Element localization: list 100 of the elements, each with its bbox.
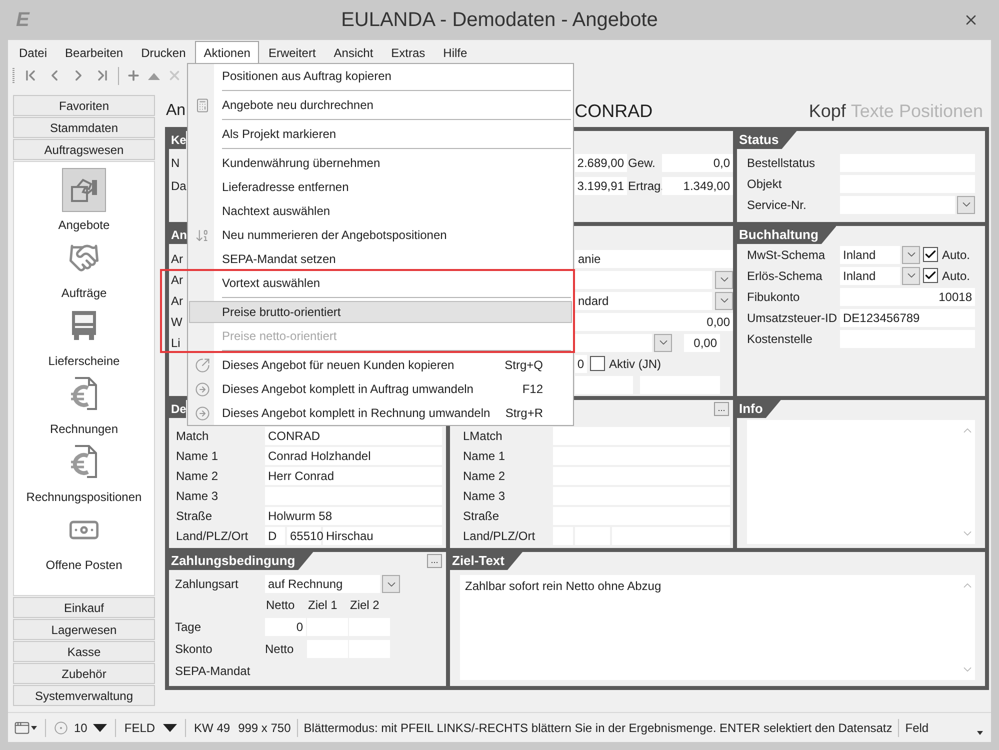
text-field[interactable]: 1.349,00 <box>662 176 733 194</box>
sidebar-group-button[interactable]: Lagerwesen <box>13 619 155 640</box>
sidebar-group-button[interactable]: Favoriten <box>13 95 155 116</box>
text-field[interactable]: 0 <box>265 618 306 636</box>
checkbox[interactable] <box>590 356 605 371</box>
menu-bar-item[interactable]: Extras <box>382 41 434 63</box>
dropdown-button[interactable] <box>382 575 400 593</box>
caret-icon[interactable] <box>977 730 983 734</box>
sidebar-group-button[interactable]: Kasse <box>13 641 155 662</box>
sidebar-item[interactable]: Rechnungspositionen <box>26 440 142 508</box>
menu-bar-item[interactable]: Aktionen <box>194 41 260 63</box>
sidebar-group-button[interactable]: Zubehör <box>13 663 155 684</box>
window-title: EULANDA - Demodaten - Angebote <box>340 8 659 33</box>
menu-item[interactable]: Nachtext auswählen <box>189 200 572 222</box>
sidebar-item[interactable]: Aufträge <box>61 236 107 304</box>
field-label: Name 1 <box>463 448 506 465</box>
more-button[interactable]: ... <box>714 402 729 416</box>
menu-item[interactable]: Angebote neu durchrechnen <box>189 94 572 116</box>
sidebar-group-button[interactable]: Auftragswesen <box>13 139 155 160</box>
text-field[interactable]: Inland <box>840 246 900 264</box>
text-field[interactable]: Hirschau <box>323 527 442 545</box>
calculator-icon <box>194 98 210 112</box>
add-icon[interactable] <box>126 68 141 83</box>
menu-item[interactable]: Dieses Angebot komplett in Rechnung umwandeln Strg+R <box>189 402 572 424</box>
text-field[interactable]: 10018 <box>840 288 975 306</box>
field-label: Ertrag. <box>627 178 662 194</box>
menu-item[interactable]: Als Projekt markieren <box>189 123 572 145</box>
menu-item[interactable]: Dieses Angebot für neuen Kunden kopieren Strg+Q <box>189 354 572 376</box>
menu-bar-item[interactable]: Datei <box>10 41 56 63</box>
menu-bar-item[interactable]: Erweitert <box>259 41 325 63</box>
dropdown-button[interactable] <box>715 270 733 288</box>
text-field[interactable]: 0,00 <box>684 334 720 352</box>
dropdown-button[interactable] <box>654 334 672 352</box>
more-button[interactable]: ... <box>427 554 442 568</box>
screen-resolution: 999 x 750 <box>238 720 291 736</box>
text-area[interactable] <box>747 420 975 544</box>
input-field[interactable] <box>575 376 633 394</box>
handshake-icon <box>68 242 100 274</box>
menu-bar-item[interactable]: Hilfe <box>434 41 476 63</box>
sidebar-item[interactable]: Lieferscheine <box>48 304 120 372</box>
triangle-up-icon[interactable] <box>148 72 160 80</box>
sidebar-item[interactable]: Offene Posten <box>46 508 122 576</box>
field-label: Land/PLZ/Ort <box>176 528 250 545</box>
field-label: N <box>170 154 181 172</box>
dropdown-button[interactable] <box>715 292 733 310</box>
field-label: Tage <box>175 619 202 636</box>
text-field[interactable]: Herr Conrad <box>265 467 442 485</box>
text-field[interactable]: DE123456789 <box>840 308 975 326</box>
panel-header: Zahlungsbedingung <box>169 552 314 570</box>
text-field[interactable]: Inland <box>840 266 900 284</box>
app-logo: E <box>16 8 30 33</box>
sidebar-item[interactable]: Rechnungen <box>50 372 118 440</box>
text-field[interactable]: ndard <box>575 292 712 310</box>
menu-item[interactable]: Positionen aus Auftrag kopieren <box>189 65 572 87</box>
text-field[interactable]: anie <box>575 250 733 268</box>
menu-item[interactable]: Preise brutto-orientiert <box>189 301 572 323</box>
input-field[interactable] <box>553 427 730 445</box>
sidebar-group-button[interactable]: Stammdaten <box>13 117 155 138</box>
field-label: Match <box>176 428 210 445</box>
checkbox[interactable] <box>923 247 938 262</box>
field-label: W <box>170 314 184 328</box>
view-tab[interactable]: Kopf <box>808 98 846 124</box>
delete-icon[interactable] <box>167 68 182 83</box>
text-area[interactable]: Zahlbar sofort rein Netto ohne Abzug <box>460 575 975 680</box>
text-field[interactable]: CONRAD <box>265 427 442 445</box>
text-field[interactable]: 3.199,91 <box>575 176 627 194</box>
window-menu-button[interactable] <box>14 720 37 736</box>
menu-bar-item[interactable]: Ansicht <box>324 41 382 63</box>
page-size-dropdown[interactable]: 10 <box>54 718 108 736</box>
menu-bar-item[interactable]: Bearbeiten <box>56 41 132 63</box>
caret-icon <box>31 726 37 730</box>
circle-arrow-icon <box>194 358 210 372</box>
sidebar-group-button[interactable]: Einkauf <box>13 597 155 618</box>
menu-item[interactable]: Kundenwährung übernehmen <box>189 152 572 174</box>
text-field[interactable]: Holwurm 58 <box>265 507 442 525</box>
text-field[interactable]: Conrad Holzhandel <box>265 447 442 465</box>
dropdown-button[interactable] <box>902 266 920 284</box>
panel-header: Buchhaltung <box>737 226 836 244</box>
text-field[interactable]: auf Rechnung <box>265 575 380 593</box>
input-field[interactable] <box>575 270 712 288</box>
dropdown-button[interactable] <box>902 246 920 264</box>
text-field[interactable]: 0,00 <box>575 312 733 330</box>
text-field[interactable]: D <box>265 527 285 545</box>
text-field[interactable]: 65510 <box>287 527 321 545</box>
mode-dropdown[interactable]: FELD <box>124 718 178 736</box>
checkbox[interactable] <box>923 268 938 283</box>
sidebar-group-button[interactable]: Systemverwaltung <box>13 685 155 706</box>
text-field[interactable]: 0 <box>575 354 587 372</box>
text-field[interactable]: 0,0 <box>662 154 733 172</box>
input-field[interactable] <box>575 334 652 352</box>
menu-item[interactable]: Dieses Angebot komplett in Auftrag umwandeln F12 <box>189 378 572 400</box>
menu-item[interactable]: Lieferadresse entfernen <box>189 176 572 198</box>
menu-bar-item[interactable]: Drucken <box>132 41 195 63</box>
menu-item[interactable]: Neu nummerieren der Angebotspositionen <box>189 224 572 246</box>
menu-item[interactable]: SEPA-Mandat setzen <box>189 248 572 270</box>
dropdown-button[interactable] <box>957 196 975 214</box>
customer-name: CONRAD <box>574 100 653 122</box>
text-field[interactable]: 2.689,00 <box>575 154 627 172</box>
panel-header: De <box>169 400 186 418</box>
menu-item[interactable]: Vortext auswählen <box>189 272 572 294</box>
